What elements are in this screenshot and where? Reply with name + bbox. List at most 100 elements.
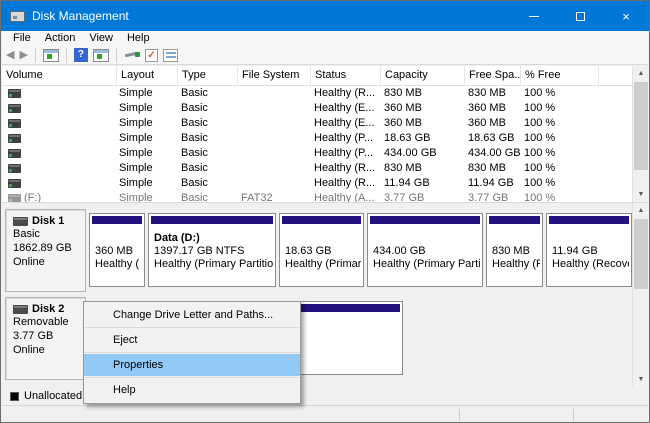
partition-status: Healthy (Primary Partitio xyxy=(154,258,273,271)
toolbar-separator xyxy=(116,48,117,63)
menu-item-change-drive-letter[interactable]: Change Drive Letter and Paths... xyxy=(84,304,300,326)
disk2-type: Removable xyxy=(13,315,85,329)
minimize-icon xyxy=(529,16,539,17)
partition-color-bar xyxy=(151,216,273,224)
minimize-button[interactable] xyxy=(511,1,557,31)
column-header-type[interactable]: Type xyxy=(178,66,238,86)
partition-size: 360 MB xyxy=(95,245,142,258)
menu-item-properties[interactable]: Properties xyxy=(84,354,300,376)
column-header-blank xyxy=(599,66,633,86)
scroll-down-icon[interactable]: ▼ xyxy=(633,187,649,202)
close-icon: × xyxy=(622,9,630,24)
cell-volume: (F:) xyxy=(24,192,41,202)
cell-capacity: 3.77 GB xyxy=(384,192,424,202)
disk2-size: 3.77 GB xyxy=(13,329,85,343)
scroll-down-icon[interactable]: ▼ xyxy=(633,372,649,387)
forward-icon[interactable]: ▶ xyxy=(19,48,27,63)
column-header-layout[interactable]: Layout xyxy=(117,66,178,86)
cell-status: Healthy (R... xyxy=(314,177,375,189)
table-row[interactable]: Simple Basic Healthy (R... 830 MB 830 MB… xyxy=(2,161,633,176)
table-row[interactable]: (F:) Simple Basic FAT32 Healthy (A... 3.… xyxy=(2,191,633,202)
toolbar: ◀ ▶ ? ✓ xyxy=(2,46,648,65)
disk-management-window: Disk Management × File Action View Help … xyxy=(0,0,650,423)
disk1-name: Disk 1 xyxy=(32,215,64,227)
partition[interactable]: Data (D:) 1397.17 GB NTFS Healthy (Prima… xyxy=(148,213,276,287)
cell-free: 18.63 GB xyxy=(468,132,514,144)
cell-layout: Simple xyxy=(119,132,153,144)
column-header-capacity[interactable]: Capacity xyxy=(381,66,465,86)
maximize-button[interactable] xyxy=(557,1,603,31)
partition-status: Healthy (R xyxy=(492,258,540,271)
action-pane-icon[interactable] xyxy=(93,49,109,62)
cell-pctfree: 100 % xyxy=(524,177,555,189)
disk2-name: Disk 2 xyxy=(32,303,64,315)
table-row[interactable]: Simple Basic Healthy (R... 830 MB 830 MB… xyxy=(2,86,633,101)
column-header-freespace[interactable]: Free Spa... xyxy=(465,66,521,86)
graphical-view-scrollbar[interactable]: ▲ ▼ xyxy=(632,203,648,387)
menu-help[interactable]: Help xyxy=(120,31,157,46)
table-row[interactable]: Simple Basic Healthy (P... 18.63 GB 18.6… xyxy=(2,131,633,146)
column-header-volume[interactable]: Volume xyxy=(2,66,117,86)
back-icon[interactable]: ◀ xyxy=(6,48,14,63)
partition-size: 18.63 GB xyxy=(285,245,361,258)
partition-status: Healthy (Primary Partit xyxy=(373,258,480,271)
check-document-icon[interactable]: ✓ xyxy=(145,49,158,62)
cell-filesystem: FAT32 xyxy=(241,192,273,202)
drive-icon xyxy=(8,89,21,98)
table-row[interactable]: Simple Basic Healthy (E... 360 MB 360 MB… xyxy=(2,101,633,116)
cell-capacity: 360 MB xyxy=(384,117,422,129)
partition-name: Data (D:) xyxy=(154,232,273,245)
volume-list-scrollbar[interactable]: ▲ ▼ xyxy=(632,66,648,202)
drive-icon xyxy=(8,134,21,143)
cell-type: Basic xyxy=(181,162,208,174)
partition[interactable]: 830 MB Healthy (R xyxy=(486,213,543,287)
table-row[interactable]: Simple Basic Healthy (R... 11.94 GB 11.9… xyxy=(2,176,633,191)
column-header-pctfree[interactable]: % Free xyxy=(521,66,599,86)
cell-layout: Simple xyxy=(119,102,153,114)
tools-icon[interactable] xyxy=(124,49,140,61)
menu-bar: File Action View Help xyxy=(2,31,648,46)
scrollbar-thumb[interactable] xyxy=(634,82,648,170)
cell-status: Healthy (R... xyxy=(314,87,375,99)
scroll-up-icon[interactable]: ▲ xyxy=(633,66,649,81)
disk2-panel[interactable]: Disk 2 Removable 3.77 GB Online xyxy=(5,297,86,380)
menu-separator xyxy=(85,377,299,378)
scrollbar-thumb[interactable] xyxy=(634,219,648,289)
partition-size: 11.94 GB xyxy=(552,245,629,258)
cell-status: Healthy (E... xyxy=(314,117,375,129)
menu-item-eject[interactable]: Eject xyxy=(84,329,300,351)
cell-layout: Simple xyxy=(119,87,153,99)
cell-status: Healthy (P... xyxy=(314,147,373,159)
scroll-up-icon[interactable]: ▲ xyxy=(633,203,649,218)
partition-status: Healthy (Recove xyxy=(552,258,629,271)
column-header-status[interactable]: Status xyxy=(311,66,381,86)
menu-separator xyxy=(85,327,299,328)
table-row[interactable]: Simple Basic Healthy (P... 434.00 GB 434… xyxy=(2,146,633,161)
cell-type: Basic xyxy=(181,102,208,114)
maximize-icon xyxy=(576,12,585,21)
partition[interactable]: 18.63 GB Healthy (Primary xyxy=(279,213,364,287)
menu-view[interactable]: View xyxy=(82,31,120,46)
column-header-filesystem[interactable]: File System xyxy=(238,66,311,86)
menu-item-help[interactable]: Help xyxy=(84,379,300,401)
console-tree-icon[interactable] xyxy=(43,49,59,62)
table-row[interactable]: Simple Basic Healthy (E... 360 MB 360 MB… xyxy=(2,116,633,131)
partition-size: 434.00 GB xyxy=(373,245,480,258)
status-bar xyxy=(2,405,648,423)
help-icon[interactable]: ? xyxy=(74,48,88,62)
cell-type: Basic xyxy=(181,147,208,159)
partition[interactable]: 434.00 GB Healthy (Primary Partit xyxy=(367,213,483,287)
legend-label: Unallocated xyxy=(24,390,82,402)
menu-action[interactable]: Action xyxy=(38,31,83,46)
cell-capacity: 360 MB xyxy=(384,102,422,114)
cell-free: 11.94 GB xyxy=(468,177,514,189)
partition[interactable]: 360 MB Healthy ( xyxy=(89,213,145,287)
menu-file[interactable]: File xyxy=(6,31,38,46)
close-button[interactable]: × xyxy=(603,1,649,31)
properties-list-icon[interactable] xyxy=(163,49,178,62)
cell-layout: Simple xyxy=(119,147,153,159)
partition[interactable]: 11.94 GB Healthy (Recove xyxy=(546,213,632,287)
statusbar-divider xyxy=(459,409,460,421)
disk1-panel[interactable]: Disk 1 Basic 1862.89 GB Online xyxy=(5,209,86,292)
cell-pctfree: 100 % xyxy=(524,162,555,174)
